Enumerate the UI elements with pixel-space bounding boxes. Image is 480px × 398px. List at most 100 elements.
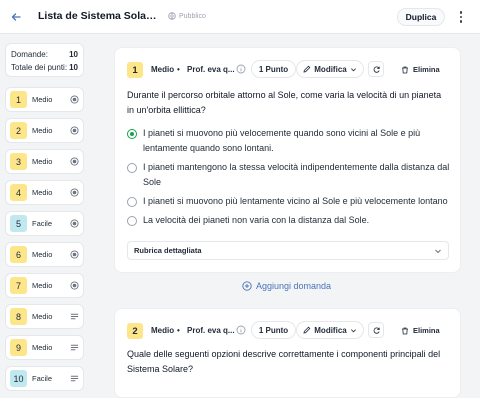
modify-button[interactable]: Modifica: [296, 60, 364, 78]
radio-icon: [70, 95, 79, 104]
question-number-badge: 1: [10, 91, 27, 108]
sidebar-question-item[interactable]: 4 Medio: [5, 180, 84, 205]
points-button[interactable]: 1 Punto: [251, 60, 296, 78]
question-number-badge: 2: [10, 122, 27, 139]
modify-label: Modifica: [314, 325, 347, 335]
lines-icon: [70, 375, 79, 382]
difficulty-label: Medio: [32, 188, 53, 197]
questions-count-value: 10: [69, 50, 78, 59]
separator-dot: •: [177, 65, 180, 74]
difficulty-label: Medio: [32, 95, 53, 104]
radio-icon: [70, 188, 79, 197]
sidebar-question-item[interactable]: 5 Facile: [5, 211, 84, 236]
radio-icon: [70, 157, 79, 166]
question-number-badge: 2: [127, 323, 143, 339]
page-title: Lista de Sistema Solare: Int...: [38, 10, 160, 22]
radio-icon[interactable]: [127, 197, 137, 207]
difficulty-label: Medio: [32, 281, 53, 290]
author-label: Prof. eva q...: [187, 326, 235, 335]
answer-option-4[interactable]: La velocità dei pianeti non varia con la…: [127, 213, 452, 228]
sidebar-question-item[interactable]: 2 Medio: [5, 118, 84, 143]
chevron-down-icon: [435, 249, 441, 254]
option-text: I pianeti mantengono la stessa velocità …: [143, 162, 450, 187]
plus-circle-icon: [242, 281, 252, 291]
add-question-button[interactable]: Aggiungi domanda: [242, 281, 331, 291]
difficulty-label: Medio: [151, 65, 175, 74]
difficulty-label: Medio: [32, 343, 53, 352]
question-card-2: 2 Medio • Prof. eva q... 1 Punto Modific…: [114, 308, 461, 398]
add-question-label: Aggiungi domanda: [256, 281, 332, 291]
question-number-badge: 3: [10, 153, 27, 170]
answer-option-2[interactable]: I pianeti mantengono la stessa velocità …: [127, 160, 452, 190]
delete-label: Elimina: [413, 65, 440, 74]
rubric-label: Rubrica dettagliata: [134, 246, 202, 255]
answer-option-3[interactable]: I pianeti si muovono più lentamente vici…: [127, 194, 452, 209]
question-text: Durante il percorso orbitale attorno al …: [127, 90, 442, 115]
lines-icon: [70, 344, 79, 351]
difficulty-label: Medio: [151, 326, 175, 335]
author-label: Prof. eva q...: [187, 65, 235, 74]
radio-icon: [70, 250, 79, 259]
separator-dot: •: [177, 326, 180, 335]
duplicate-button[interactable]: Duplica: [397, 8, 445, 26]
lines-icon: [70, 313, 79, 320]
sidebar-question-item[interactable]: 8 Medio: [5, 304, 84, 329]
question-text: Quale delle seguenti opzioni descrive co…: [127, 349, 441, 374]
modify-button[interactable]: Modifica: [296, 321, 364, 339]
question-number-badge: 7: [10, 277, 27, 294]
answer-option-1[interactable]: I pianeti si muovono più velocemente qua…: [127, 126, 452, 156]
chevron-down-icon: [350, 67, 356, 71]
sidebar-question-item[interactable]: 3 Medio: [5, 149, 84, 174]
sidebar-question-item[interactable]: 6 Medio: [5, 242, 84, 267]
visibility-status: Pubblico: [168, 12, 206, 20]
sidebar-question-item[interactable]: 7 Medio: [5, 273, 84, 298]
delete-button[interactable]: Elimina: [401, 65, 440, 74]
globe-icon: [168, 12, 176, 20]
refresh-icon: [373, 327, 380, 334]
radio-icon[interactable]: [127, 163, 137, 173]
difficulty-label: Medio: [32, 126, 53, 135]
question-number-badge: 6: [10, 246, 27, 263]
sidebar-question-item[interactable]: 1 Medio: [5, 87, 84, 112]
top-bar: Lista de Sistema Solare: Int... Pubblico…: [0, 0, 480, 34]
question-number-badge: 9: [10, 339, 27, 356]
modify-label: Modifica: [314, 64, 347, 74]
correct-radio-icon[interactable]: [127, 129, 137, 139]
regenerate-button[interactable]: [368, 322, 384, 338]
question-card-1: 1 Medio • Prof. eva q... 1 Punto Modific…: [114, 47, 461, 273]
sidebar-question-item[interactable]: 9 Medio: [5, 335, 84, 360]
rubric-dropdown[interactable]: Rubrica dettagliata: [127, 241, 449, 260]
question-number-badge: 4: [10, 184, 27, 201]
quiz-summary: Domande: 10 Totale dei punti: 10: [5, 43, 84, 77]
question-number-badge: 5: [10, 215, 27, 232]
question-number-badge: 8: [10, 308, 27, 325]
regenerate-button[interactable]: [368, 61, 384, 77]
question-number-badge: 10: [10, 370, 27, 387]
question-number-badge: 1: [127, 62, 143, 78]
questions-count-label: Domande:: [11, 50, 48, 59]
radio-icon: [70, 281, 79, 290]
points-button[interactable]: 1 Punto: [251, 321, 296, 339]
more-options-icon[interactable]: [455, 9, 467, 25]
radio-icon: [70, 126, 79, 135]
info-icon[interactable]: [236, 64, 246, 74]
trash-icon: [402, 327, 408, 334]
total-points-value: 10: [69, 63, 78, 72]
difficulty-label: Medio: [32, 250, 53, 259]
total-points-label: Totale dei punti:: [11, 63, 68, 72]
pencil-icon: [303, 326, 311, 334]
difficulty-label: Medio: [32, 157, 53, 166]
back-arrow-icon[interactable]: [8, 9, 24, 25]
difficulty-label: Medio: [32, 312, 53, 321]
option-text: I pianeti si muovono più velocemente qua…: [143, 128, 421, 153]
difficulty-label: Facile: [32, 219, 53, 228]
delete-button[interactable]: Elimina: [401, 326, 440, 335]
radio-icon: [70, 219, 79, 228]
info-icon[interactable]: [236, 325, 246, 335]
radio-icon[interactable]: [127, 216, 137, 226]
difficulty-label: Facile: [32, 374, 53, 383]
visibility-label: Pubblico: [179, 12, 206, 20]
chevron-down-icon: [350, 328, 356, 332]
sidebar-question-item[interactable]: 10 Facile: [5, 366, 84, 391]
pencil-icon: [303, 65, 311, 73]
